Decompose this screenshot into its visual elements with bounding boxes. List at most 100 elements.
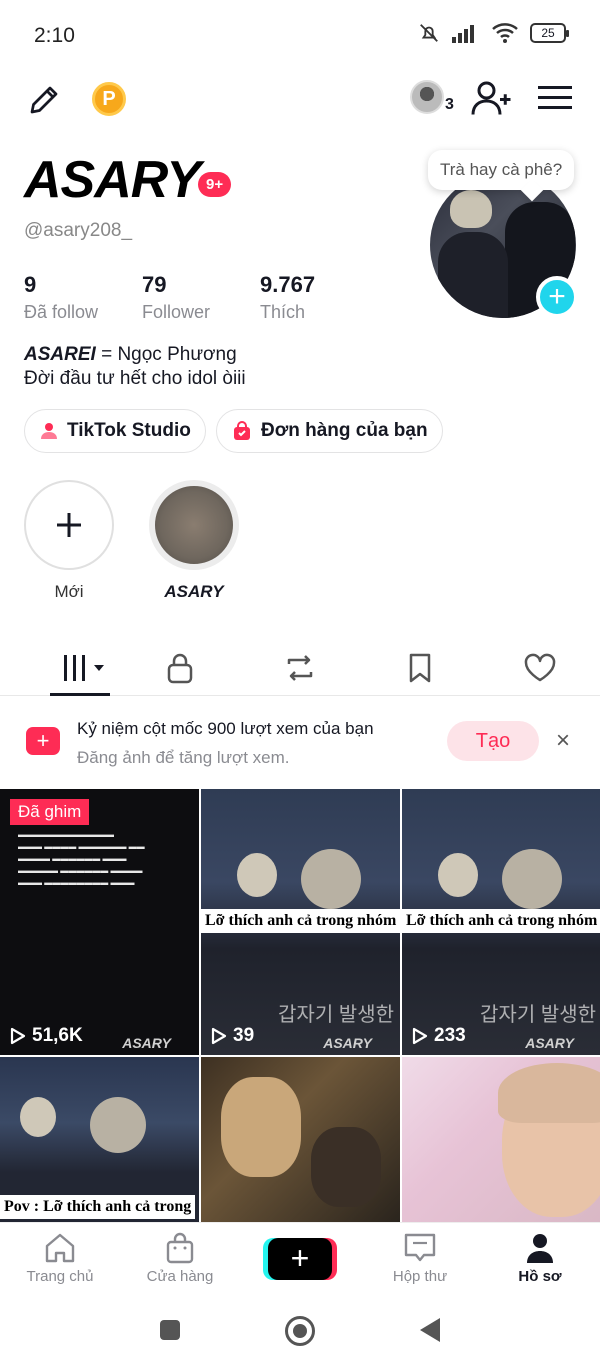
- video-tile[interactable]: Lỡ thích anh cả trong nhóm 갑자기 발생한 233 A…: [402, 789, 600, 1055]
- create-plus-button[interactable]: +: [268, 1237, 332, 1280]
- mute-bell-icon: [420, 24, 438, 42]
- play-count: 39: [211, 1025, 254, 1047]
- signal-icon: [452, 25, 474, 43]
- stat-likes[interactable]: 9.767 Thích: [260, 272, 378, 323]
- friends-count: 3: [445, 96, 454, 113]
- recents-icon[interactable]: [160, 1320, 180, 1340]
- profile-icon: [527, 1234, 553, 1263]
- repost-icon: [287, 654, 313, 681]
- orders-button[interactable]: Đơn hàng của bạn: [216, 409, 443, 453]
- home-circle-icon[interactable]: [285, 1316, 315, 1346]
- lock-icon: [167, 653, 193, 683]
- tab-private[interactable]: [120, 640, 240, 695]
- new-highlight-circle[interactable]: [24, 480, 114, 570]
- video-tile[interactable]: [201, 1057, 400, 1222]
- stat-following[interactable]: 9 Đã follow: [24, 272, 142, 323]
- top-bar: P 3: [0, 70, 600, 130]
- username-handle: @asary208_: [24, 220, 133, 241]
- bookmark-icon: [409, 653, 431, 682]
- video-caption: Pov : Lỡ thích anh cả trong: [0, 1195, 196, 1219]
- profile-stats: 9 Đã follow 79 Follower 9.767 Thích: [24, 272, 378, 323]
- nav-create[interactable]: +: [240, 1223, 360, 1294]
- video-tile[interactable]: [402, 1057, 600, 1222]
- stat-label: Đã follow: [24, 302, 99, 322]
- menu-icon[interactable]: [538, 84, 572, 112]
- video-tile[interactable]: Pov : Lỡ thích anh cả trong: [0, 1057, 199, 1222]
- tab-saved[interactable]: [360, 640, 480, 695]
- close-icon[interactable]: ×: [556, 727, 570, 755]
- photo-figure: [498, 1063, 600, 1123]
- nav-home[interactable]: Trang chủ: [0, 1223, 120, 1294]
- banner-subtitle: Đăng ảnh để tăng lượt xem.: [77, 748, 290, 767]
- highlight-new[interactable]: Mới: [24, 480, 114, 602]
- bottom-navigation: Trang chủ Cửa hàng + Hộp thư Hồ sơ: [0, 1222, 600, 1294]
- tooltip-bubble[interactable]: Trà hay cà phê?: [428, 150, 575, 190]
- friends-avatar[interactable]: [410, 80, 444, 114]
- stat-value: 9: [24, 272, 37, 297]
- play-count-value: 233: [434, 1025, 466, 1046]
- videos-grid-icon: [64, 654, 104, 681]
- milestone-banner: + Kỷ niệm cột mốc 900 lượt xem của bạn Đ…: [0, 697, 600, 787]
- video-thumbnail-text: ▬▬▬▬▬▬▬▬▬▬▬▬ ▬▬▬ ▬▬▬▬ ▬▬▬▬▬▬ ▬▬ ▬▬▬▬ ▬▬▬▬▬…: [18, 830, 145, 887]
- coins-icon[interactable]: P: [92, 82, 126, 116]
- add-photo-button[interactable]: +: [536, 276, 578, 318]
- nav-shop[interactable]: Cửa hàng: [120, 1223, 240, 1294]
- shopping-bag-icon: [234, 421, 250, 440]
- nav-inbox[interactable]: Hộp thư: [360, 1223, 480, 1294]
- watermark: ASARY: [122, 1035, 171, 1051]
- display-name: ASARY: [24, 151, 201, 209]
- video-tile[interactable]: Lỡ thích anh cả trong nhóm 갑자기 발생한 39 AS…: [201, 789, 400, 1055]
- photo-figure: [502, 849, 562, 909]
- video-overlay-text: 갑자기 발생한: [480, 1004, 596, 1026]
- tiktok-studio-button[interactable]: TikTok Studio: [24, 409, 206, 453]
- heart-icon: [524, 653, 556, 681]
- add-post-icon: +: [26, 727, 60, 755]
- video-caption: Lỡ thích anh cả trong nhóm: [402, 909, 600, 933]
- nav-profile[interactable]: Hồ sơ: [480, 1223, 600, 1294]
- highlight-story[interactable]: ASARY: [149, 480, 239, 602]
- add-friend-icon[interactable]: [470, 78, 512, 118]
- photo-figure: [301, 849, 361, 909]
- play-icon: [412, 1027, 428, 1045]
- photo-figure: [90, 1097, 146, 1153]
- photo-figure: [450, 190, 492, 228]
- edit-pencil-icon[interactable]: [26, 82, 62, 118]
- shop-bag-icon: [166, 1232, 194, 1264]
- video-tile[interactable]: Đã ghim ▬▬▬▬▬▬▬▬▬▬▬▬ ▬▬▬ ▬▬▬▬ ▬▬▬▬▬▬ ▬▬ ▬▬…: [0, 789, 199, 1055]
- story-thumbnail[interactable]: [149, 480, 239, 570]
- studio-icon: [41, 423, 57, 439]
- play-count: 233: [412, 1025, 466, 1047]
- highlight-label: ASARY: [164, 582, 224, 601]
- tab-reposts[interactable]: [240, 640, 360, 695]
- photo-figure: [221, 1077, 301, 1177]
- nav-label: Trang chủ: [26, 1268, 94, 1285]
- tab-liked[interactable]: [480, 640, 600, 695]
- tab-videos[interactable]: [0, 640, 120, 696]
- play-count-value: 51,6K: [32, 1025, 83, 1046]
- pinned-badge: Đã ghim: [10, 799, 90, 825]
- watermark: ASARY: [525, 1035, 574, 1051]
- notification-badge[interactable]: 9+: [198, 172, 232, 197]
- banner-title: Kỷ niệm cột mốc 900 lượt xem của bạn: [77, 719, 374, 738]
- nav-label: Hộp thư: [392, 1268, 448, 1285]
- stat-followers[interactable]: 79 Follower: [142, 272, 260, 323]
- stat-value: 9.767: [260, 272, 316, 297]
- inbox-icon: [404, 1233, 436, 1262]
- back-triangle-icon[interactable]: [420, 1318, 440, 1342]
- photo-figure: [20, 1097, 56, 1137]
- nav-label: Hồ sơ: [518, 1268, 562, 1285]
- battery-icon: 25: [530, 23, 569, 43]
- bio-line-1: ASAREI = Ngọc Phương: [24, 343, 246, 367]
- photo-figure: [438, 232, 508, 318]
- system-navigation: [0, 1300, 600, 1367]
- photo-figure: [311, 1127, 381, 1207]
- create-button[interactable]: Tạo: [447, 721, 539, 761]
- button-label: Đơn hàng của bạn: [261, 420, 428, 441]
- nav-label: Cửa hàng: [146, 1268, 214, 1285]
- bio-line-2: Đời đầu tư hết cho idol òiii: [24, 368, 246, 389]
- play-count: 51,6K: [10, 1025, 83, 1047]
- photo-figure: [438, 853, 478, 897]
- stat-value: 79: [142, 272, 167, 297]
- play-icon: [10, 1027, 26, 1045]
- bio-name: ASAREI: [24, 344, 96, 365]
